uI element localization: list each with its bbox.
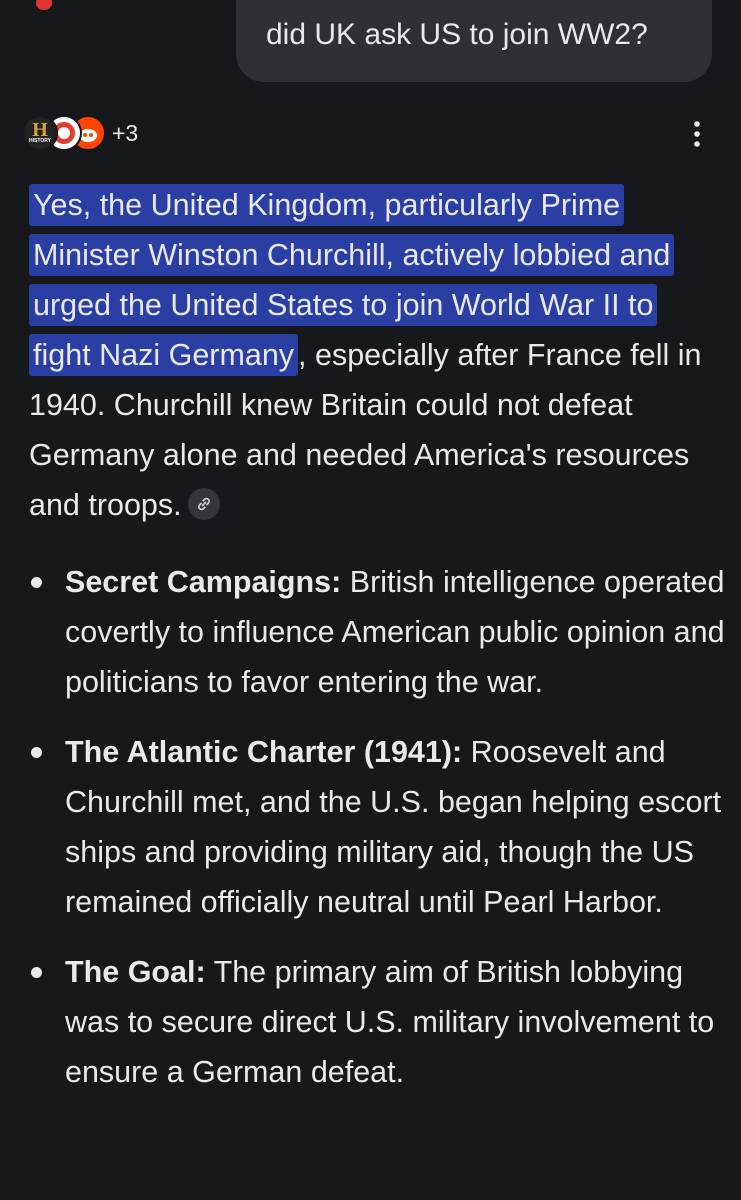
more-options-icon[interactable]: [686, 118, 708, 150]
sources-extra-count: +3: [112, 119, 139, 146]
bullet-dot: [31, 747, 42, 758]
bullet-title: The Atlantic Charter (1941):: [65, 735, 463, 769]
user-query-bubble: did UK ask US to join WW2?: [236, 0, 712, 82]
sources-row[interactable]: H HISTORY +3: [22, 113, 138, 153]
bullet-list: Secret Campaigns: British intelligence o…: [0, 557, 741, 1097]
notification-dot: [36, 0, 52, 10]
list-item: Secret Campaigns: British intelligence o…: [0, 557, 725, 707]
history-logo-icon: H HISTORY: [22, 115, 58, 151]
list-item: The Atlantic Charter (1941): Roosevelt a…: [0, 727, 725, 927]
bullet-title: The Goal:: [65, 955, 206, 989]
bullet-dot: [31, 967, 42, 978]
bullet-dot: [31, 577, 42, 588]
answer-paragraph: Yes, the United Kingdom, particularly Pr…: [29, 180, 719, 530]
list-item: The Goal: The primary aim of British lob…: [0, 947, 725, 1097]
history-logo-sub: HISTORY: [29, 138, 51, 144]
link-icon[interactable]: [187, 487, 220, 520]
bullet-title: Secret Campaigns:: [65, 565, 342, 599]
history-logo-letter: H: [32, 119, 48, 141]
user-query-text: did UK ask US to join WW2?: [266, 18, 648, 51]
